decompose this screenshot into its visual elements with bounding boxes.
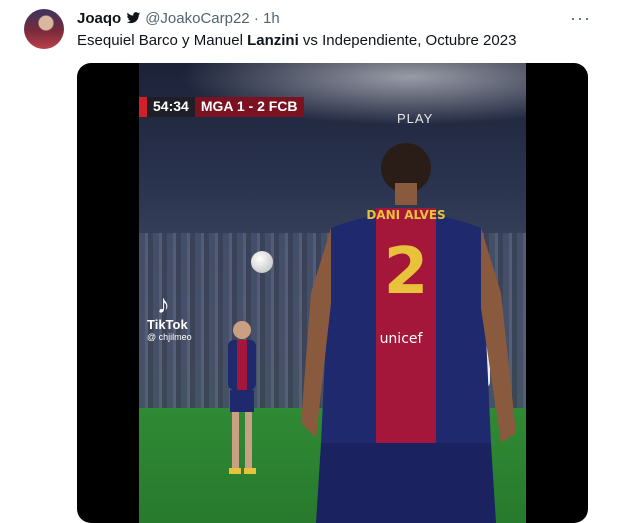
play-overlay: PLAY — [397, 111, 434, 126]
tweet-text: Esequiel Barco y Manuel Lanzini vs Indep… — [77, 32, 516, 49]
video-frame: 54:34 MGA 1 - 2 FCB PLAY DANI ALVES 2 un… — [139, 63, 526, 523]
player-foreground: DANI ALVES 2 unicef — [301, 143, 516, 523]
video-player[interactable]: 54:34 MGA 1 - 2 FCB PLAY DANI ALVES 2 un… — [77, 63, 588, 523]
tiktok-brand: TikTok — [147, 317, 188, 332]
jersey-number: 2 — [384, 235, 429, 309]
tiktok-user: @ chjilmeo — [147, 332, 192, 342]
tweet-text-bold: Lanzini — [247, 32, 299, 49]
avatar[interactable] — [24, 9, 64, 49]
display-name[interactable]: Joaqo — [77, 10, 121, 27]
tiktok-note-icon: ♪ — [157, 289, 170, 319]
match-score: MGA 1 - 2 FCB — [194, 97, 304, 117]
tweet-header: Joaqo @JoakoCarp22 · 1h — [77, 10, 280, 27]
player-background — [228, 321, 256, 474]
scoreboard-accent — [139, 97, 147, 117]
timestamp[interactable]: 1h — [263, 10, 280, 27]
twitter-bird-icon — [126, 12, 141, 24]
tweet-text-part: vs Independiente, Octubre 2023 — [298, 32, 517, 49]
handle[interactable]: @JoakoCarp22 — [145, 10, 249, 27]
more-options-icon[interactable]: ··· — [570, 9, 591, 27]
separator: · — [253, 10, 259, 27]
scoreboard: 54:34 MGA 1 - 2 FCB — [139, 97, 304, 117]
ball — [251, 251, 273, 273]
tiktok-watermark: ♪ TikTok @ chjilmeo — [147, 291, 192, 342]
tweet-text-part: Esequiel Barco y Manuel — [77, 32, 248, 49]
jersey-name: DANI ALVES — [366, 208, 445, 222]
tweet[interactable]: Joaqo @JoakoCarp22 · 1h ··· Esequiel Barc… — [0, 0, 620, 523]
jersey-sponsor: unicef — [380, 331, 424, 347]
match-clock: 54:34 — [147, 97, 195, 117]
